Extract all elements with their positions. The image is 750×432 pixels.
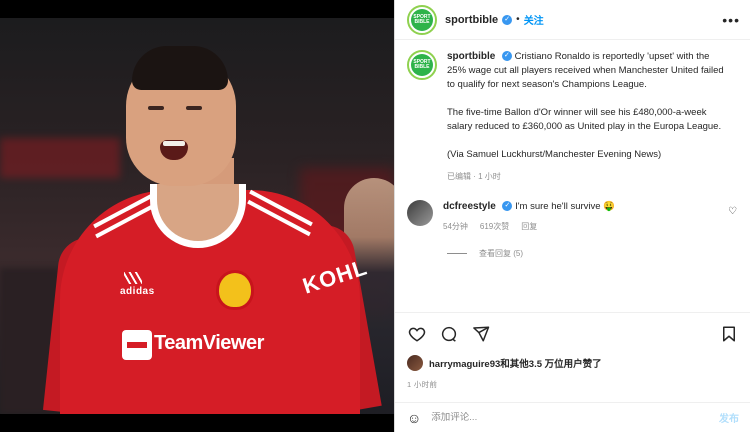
verified-badge-icon: ✓ <box>501 51 512 62</box>
post-side-panel: SPORT BIBLE sportbible ✓ • 关注 ••• SPORT … <box>394 0 750 432</box>
commenter-username[interactable]: dcfreestyle <box>443 201 496 212</box>
caption-paragraph: The five-time Ballon d'Or winner will se… <box>447 107 722 132</box>
caption-body: sportbible ✓ Cristiano Ronaldo is report… <box>447 50 727 184</box>
comment-meta: 54分钟 619次赞 回复 <box>443 220 615 234</box>
comment-bubble-icon[interactable] <box>439 324 459 344</box>
comment-body: dcfreestyle ✓ I'm sure he'll survive 🤑 5… <box>443 200 615 234</box>
view-replies-label[interactable]: 查看回复 (5) <box>479 248 523 259</box>
like-heart-icon[interactable] <box>407 324 427 344</box>
avatar-logo: SPORT BIBLE <box>411 8 433 31</box>
post-photo[interactable]: adidas KOHL TeamViewer <box>0 18 394 414</box>
separator-dot: • <box>516 14 520 25</box>
view-replies[interactable]: 查看回复 (5) <box>447 248 739 259</box>
post-caption: SPORT BIBLE sportbible ✓ Cristiano Ronal… <box>407 50 739 184</box>
comments-section[interactable]: SPORT BIBLE sportbible ✓ Cristiano Ronal… <box>395 40 750 310</box>
liker-avatar <box>407 355 423 371</box>
caption-paragraph: sportbible ✓ Cristiano Ronaldo is report… <box>447 50 727 92</box>
comment-like-heart-icon[interactable]: ♡ <box>728 206 737 217</box>
caption-meta: 已编辑 · 1 小时 <box>447 172 501 181</box>
shirt-sponsor-text: TeamViewer <box>154 332 264 354</box>
club-crest-icon <box>216 270 254 310</box>
liker-username[interactable]: harrymaguire93 <box>429 359 500 370</box>
comment-time: 54分钟 <box>443 222 468 231</box>
caption-paragraph: (Via Samuel Luckhurst/Manchester Evening… <box>447 149 662 160</box>
verified-badge-icon: ✓ <box>502 14 513 25</box>
instagram-post-modal: adidas KOHL TeamViewer SPORT BIBLE sport… <box>0 0 750 432</box>
player-eye <box>186 106 202 110</box>
account-username[interactable]: sportbible <box>445 14 498 26</box>
caption-avatar[interactable]: SPORT BIBLE <box>407 50 437 80</box>
replies-line <box>447 253 467 254</box>
kit-brand-text: adidas <box>120 286 155 297</box>
avatar-logo: SPORT BIBLE <box>411 54 433 76</box>
post-actions: harrymaguire93和其他3.5 万位用户赞了 1 小时前 <box>395 312 750 406</box>
action-icons <box>407 321 739 347</box>
comment-item: dcfreestyle ✓ I'm sure he'll survive 🤑 5… <box>407 200 739 234</box>
account-avatar[interactable]: SPORT BIBLE <box>407 4 437 35</box>
post-header: SPORT BIBLE sportbible ✓ • 关注 ••• <box>395 0 750 40</box>
share-send-icon[interactable] <box>471 324 491 344</box>
caption-username[interactable]: sportbible <box>447 51 495 62</box>
commenter-avatar[interactable] <box>407 200 433 226</box>
likes-count-text[interactable]: 和其他3.5 万位用户赞了 <box>500 359 601 370</box>
comment-input[interactable] <box>431 412 719 423</box>
emoji-smiley-icon[interactable]: ☺ <box>407 410 421 426</box>
likes-summary[interactable]: harrymaguire93和其他3.5 万位用户赞了 <box>407 355 739 371</box>
follow-button[interactable]: 关注 <box>524 12 544 27</box>
add-comment-bar: ☺ 发布 <box>395 402 750 432</box>
reply-button[interactable]: 回复 <box>521 220 537 234</box>
comment-likes[interactable]: 619次赞 <box>480 220 509 234</box>
teamviewer-logo-icon <box>122 330 152 360</box>
post-timestamp: 1 小时前 <box>407 380 438 389</box>
background-blur <box>0 138 120 178</box>
adidas-logo-icon <box>124 272 142 284</box>
bookmark-icon[interactable] <box>719 324 739 344</box>
player-teeth <box>163 141 185 146</box>
post-comment-button[interactable]: 发布 <box>719 410 739 425</box>
more-options-icon[interactable]: ••• <box>722 12 740 28</box>
comment-text: I'm sure he'll survive 🤑 <box>515 201 616 212</box>
player-eye <box>148 106 164 110</box>
verified-badge-icon: ✓ <box>502 201 513 212</box>
player-hair <box>132 46 228 90</box>
